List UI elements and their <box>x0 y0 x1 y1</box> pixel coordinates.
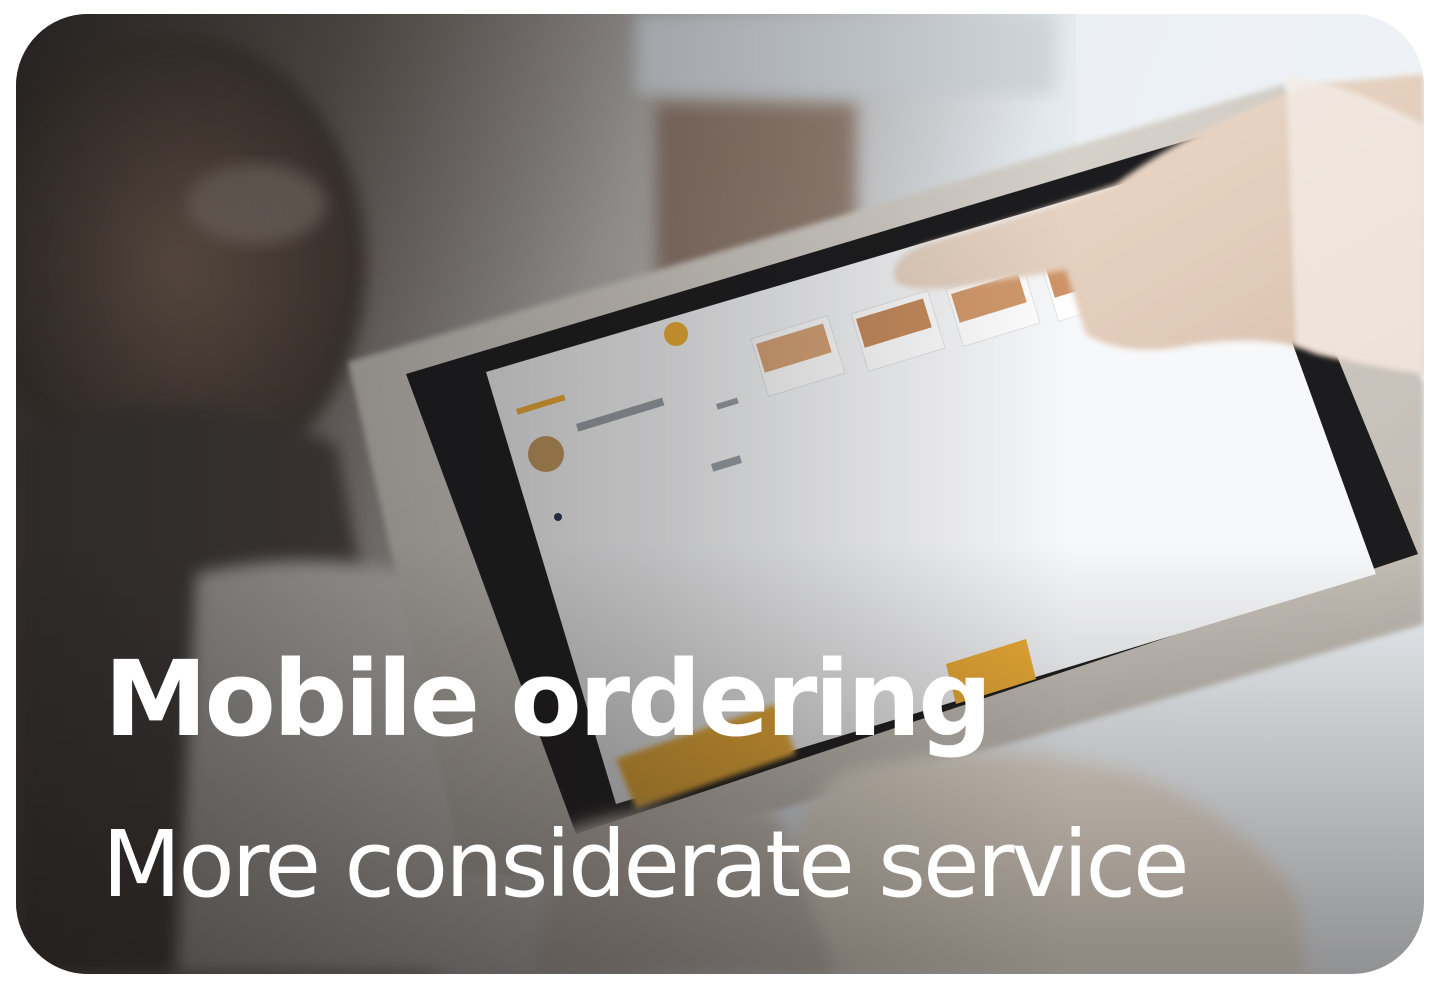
hero-subtitle: More considerate service <box>102 811 1190 918</box>
hero-card: Mobile ordering More considerate service <box>16 14 1424 974</box>
hero-title: Mobile ordering <box>104 638 993 760</box>
